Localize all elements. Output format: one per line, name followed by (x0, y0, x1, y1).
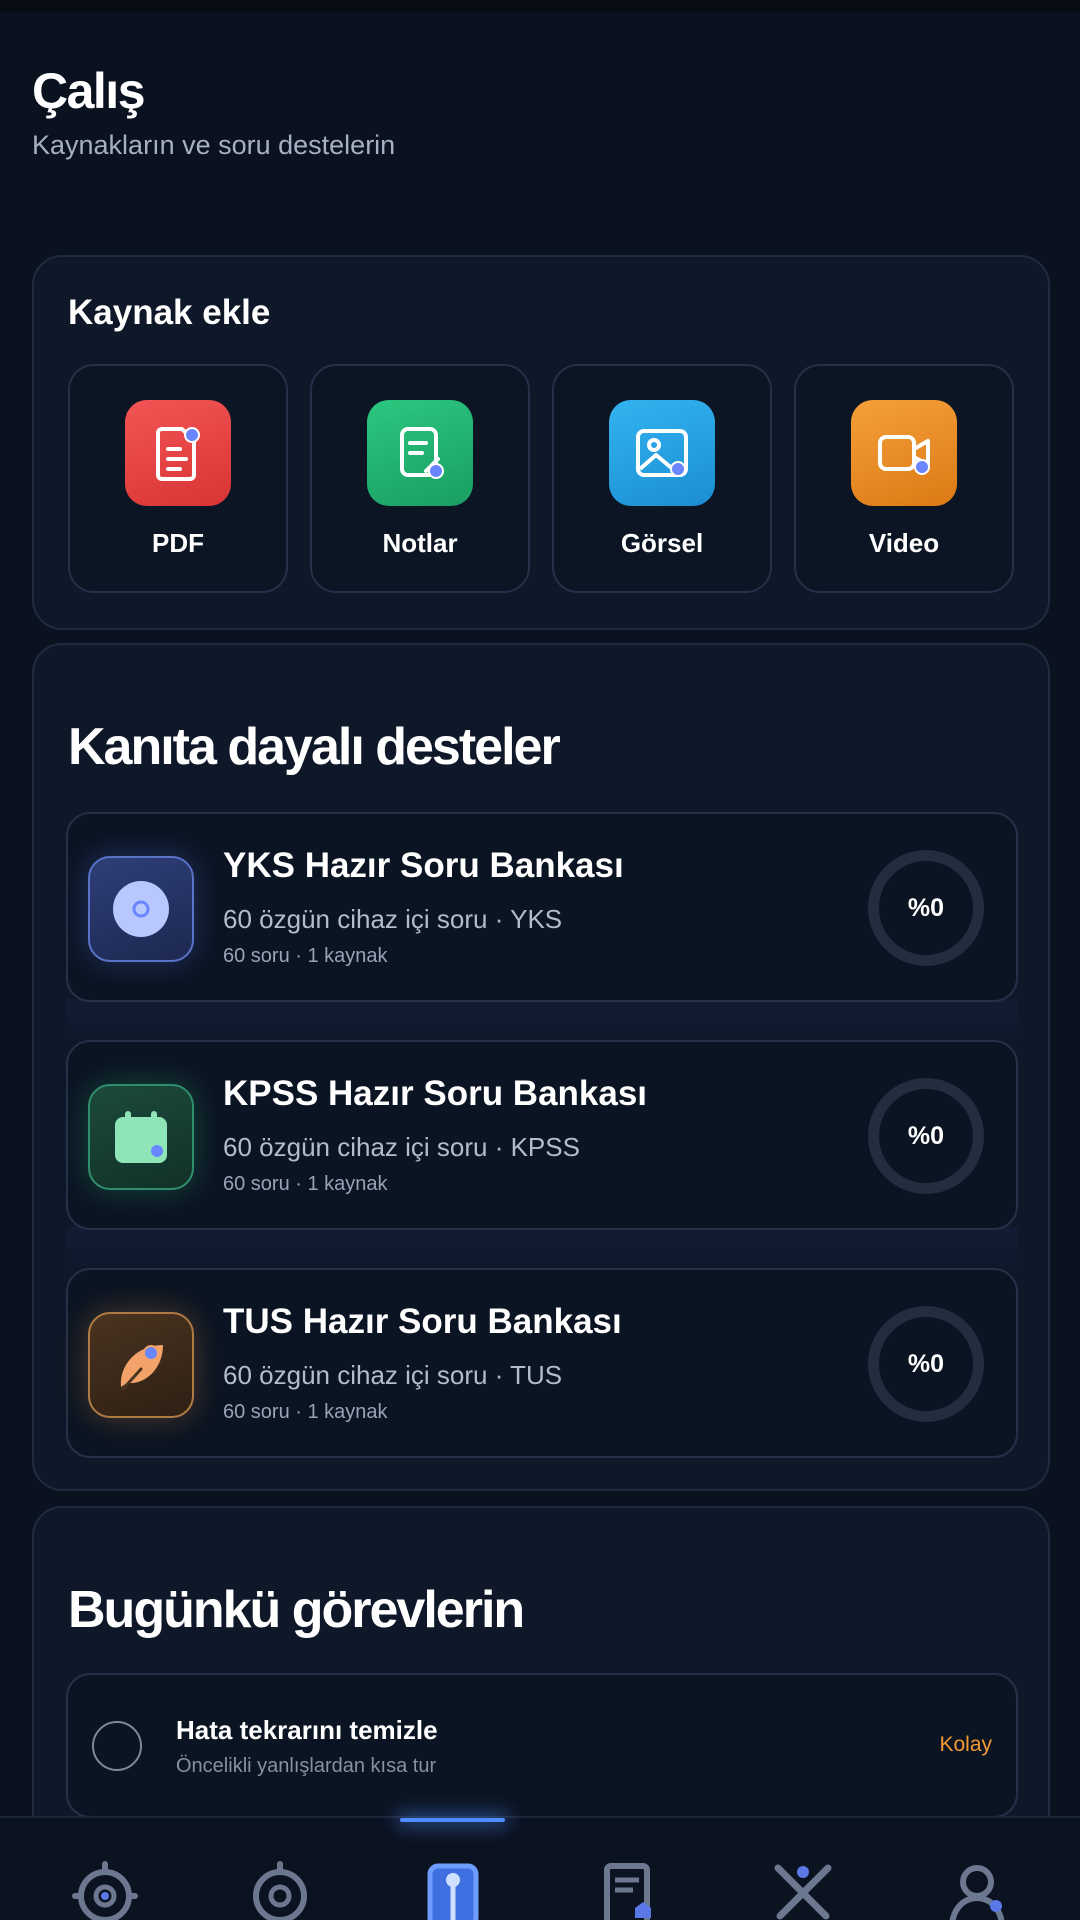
status-bar (0, 0, 1080, 12)
deck-meta: 60 soru · 1 kaynak (223, 945, 388, 967)
image-icon (609, 400, 715, 506)
target-icon (253, 1861, 307, 1920)
page-subtitle: Kaynakların ve soru destelerin (32, 130, 396, 160)
crossed-tools-icon (774, 1864, 832, 1920)
deck-title: YKS Hazır Soru Bankası (223, 846, 624, 885)
task-subtitle: Öncelikli yanlışlardan kısa tur (176, 1755, 437, 1777)
deck-separator (66, 999, 1018, 1039)
note-icon (367, 400, 473, 506)
page-header: Çalış Kaynakların ve soru destelerin (32, 62, 395, 161)
nav-item-documents[interactable] (568, 1818, 688, 1920)
difficulty-badge: Kolay (939, 1733, 992, 1756)
nav-item-home[interactable] (45, 1818, 165, 1920)
deck-item-kpss[interactable]: KPSS Hazır Soru Bankası 60 özgün cihaz i… (66, 1040, 1018, 1230)
video-icon (851, 400, 957, 506)
document-icon (604, 1863, 651, 1920)
add-image-label: Görsel (620, 528, 704, 558)
page-title: Çalış (32, 63, 146, 119)
nav-item-goals[interactable] (220, 1818, 340, 1920)
add-notes-label: Notlar (382, 528, 458, 558)
nav-item-profile[interactable] (917, 1818, 1037, 1920)
calendar-icon (88, 1084, 194, 1190)
deck-item-tus[interactable]: TUS Hazır Soru Bankası 60 özgün cihaz iç… (66, 1268, 1018, 1458)
add-source-tiles: PDF Notlar Görsel Video (68, 364, 1014, 593)
decks-card: Kanıta dayalı desteler YKS Hazır Soru Ba… (32, 643, 1050, 1491)
deck-meta: 60 soru · 1 kaynak (223, 1401, 388, 1423)
nav-item-practice[interactable] (743, 1818, 863, 1920)
leaf-icon (88, 1312, 194, 1418)
pdf-icon (125, 400, 231, 506)
nav-item-study[interactable] (393, 1818, 513, 1920)
bottom-nav (0, 1816, 1080, 1920)
deck-meta: 60 soru · 1 kaynak (223, 1173, 388, 1195)
deck-subtitle: 60 özgün cihaz içi soru · TUS (223, 1360, 563, 1390)
deck-title: TUS Hazır Soru Bankası (223, 1302, 622, 1341)
decks-title: Kanıta dayalı desteler (68, 718, 561, 776)
deck-progress-ring: %0 (868, 1078, 984, 1194)
deck-progress-ring: %0 (868, 1306, 984, 1422)
add-pdf-label: PDF (152, 528, 204, 558)
add-image-button[interactable]: Görsel (552, 364, 772, 593)
deck-separator (66, 1227, 1018, 1267)
task-checkbox[interactable] (92, 1721, 142, 1771)
deck-title: KPSS Hazır Soru Bankası (223, 1074, 648, 1113)
add-source-title: Kaynak ekle (68, 293, 271, 332)
profile-icon (949, 1865, 1005, 1920)
deck-subtitle: 60 özgün cihaz içi soru · KPSS (223, 1132, 580, 1162)
task-title: Hata tekrarını temizle (176, 1715, 438, 1745)
study-icon (427, 1863, 479, 1920)
disc-icon (88, 856, 194, 962)
add-video-button[interactable]: Video (794, 364, 1014, 593)
target-dot-icon (72, 1861, 138, 1920)
task-item[interactable]: Hata tekrarını temizle Öncelikli yanlışl… (66, 1673, 1018, 1818)
add-notes-button[interactable]: Notlar (310, 364, 530, 593)
add-source-card: Kaynak ekle PDF Notlar Görsel Video (32, 255, 1050, 630)
add-pdf-button[interactable]: PDF (68, 364, 288, 593)
deck-progress-ring: %0 (868, 850, 984, 966)
deck-subtitle: 60 özgün cihaz içi soru · YKS (223, 904, 563, 934)
deck-item-yks[interactable]: YKS Hazır Soru Bankası 60 özgün cihaz iç… (66, 812, 1018, 1002)
tasks-title: Bugünkü görevlerin (68, 1581, 525, 1639)
add-video-label: Video (868, 528, 940, 558)
